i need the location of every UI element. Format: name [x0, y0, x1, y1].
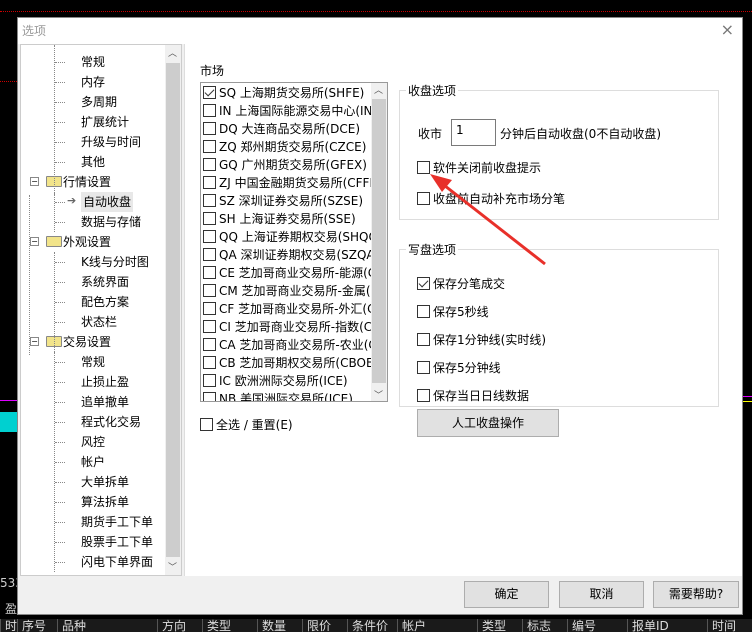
annotation-arrow: [430, 174, 546, 266]
arrow-shaft: [439, 180, 546, 266]
